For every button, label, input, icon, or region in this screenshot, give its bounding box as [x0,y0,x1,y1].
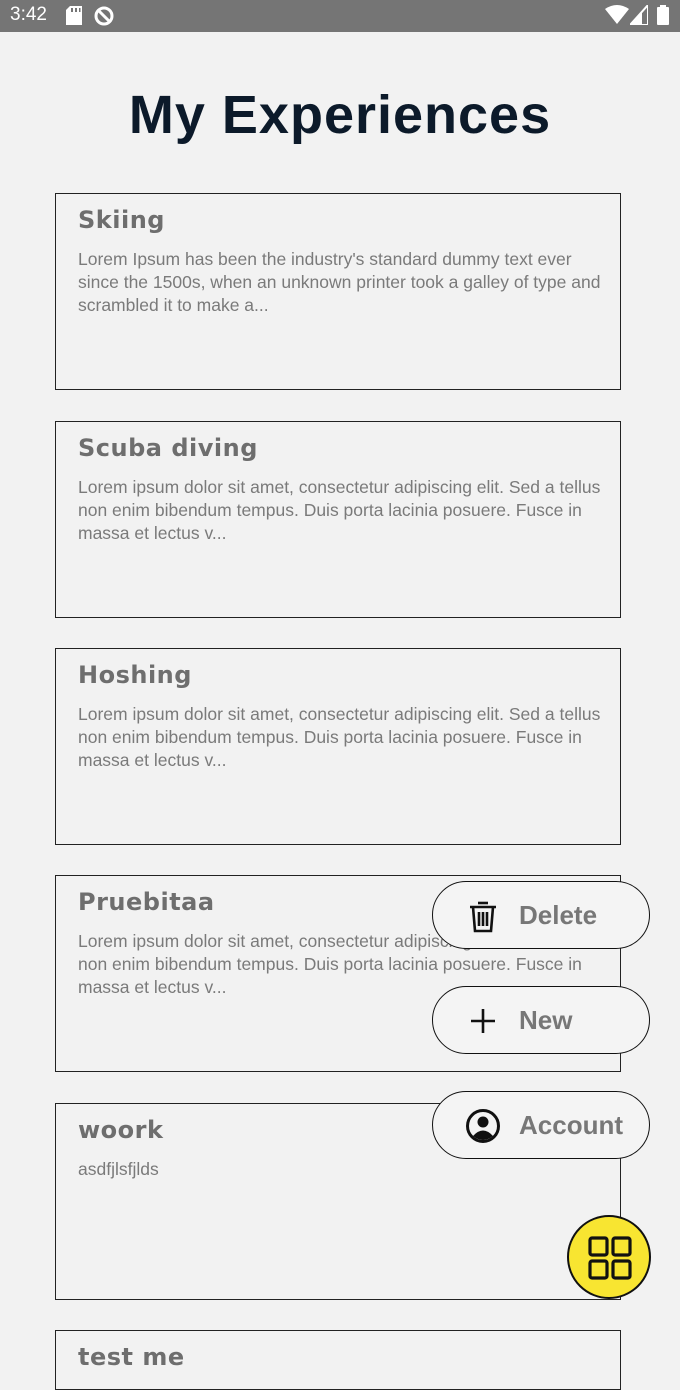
grid-icon [588,1236,632,1280]
experience-card[interactable]: Skiing Lorem Ipsum has been the industry… [55,193,621,390]
experience-title: Scuba diving [78,434,258,462]
experience-description: Lorem ipsum dolor sit amet, consectetur … [78,477,601,543]
delete-button[interactable]: Delete [432,881,650,949]
status-time: 3:42 [10,4,47,25]
experience-card[interactable]: Hoshing Lorem ipsum dolor sit amet, cons… [55,648,621,845]
experience-title: Pruebitaa [78,888,215,916]
experience-description: asdfjlsfjlds [78,1159,159,1179]
account-button[interactable]: Account [432,1091,650,1159]
experience-description: Lorem Ipsum has been the industry's stan… [78,249,601,315]
new-label: New [519,1005,573,1035]
experience-title: Hoshing [78,661,192,689]
account-circle-icon [465,1108,501,1144]
experience-card[interactable]: test me [55,1330,621,1390]
wifi-icon [605,5,629,29]
status-bar: 3:42 [0,0,680,32]
account-label: Account [519,1110,623,1140]
experience-card[interactable]: Scuba diving Lorem ipsum dolor sit amet,… [55,421,621,618]
experience-description: Lorem ipsum dolor sit amet, consectetur … [78,704,601,770]
trash-icon [465,898,501,934]
page-title: My Experiences [128,85,552,145]
cell-signal-icon [627,2,649,29]
experience-title: Skiing [78,206,165,234]
sd-card-icon [66,6,82,29]
fab-menu-button[interactable] [567,1215,651,1299]
plus-icon [465,1003,501,1039]
experience-title: woork [78,1116,164,1144]
vpn-icon [94,6,114,30]
battery-icon [657,5,669,29]
new-button[interactable]: New [432,986,650,1054]
delete-label: Delete [519,900,598,930]
experience-title: test me [78,1343,185,1371]
